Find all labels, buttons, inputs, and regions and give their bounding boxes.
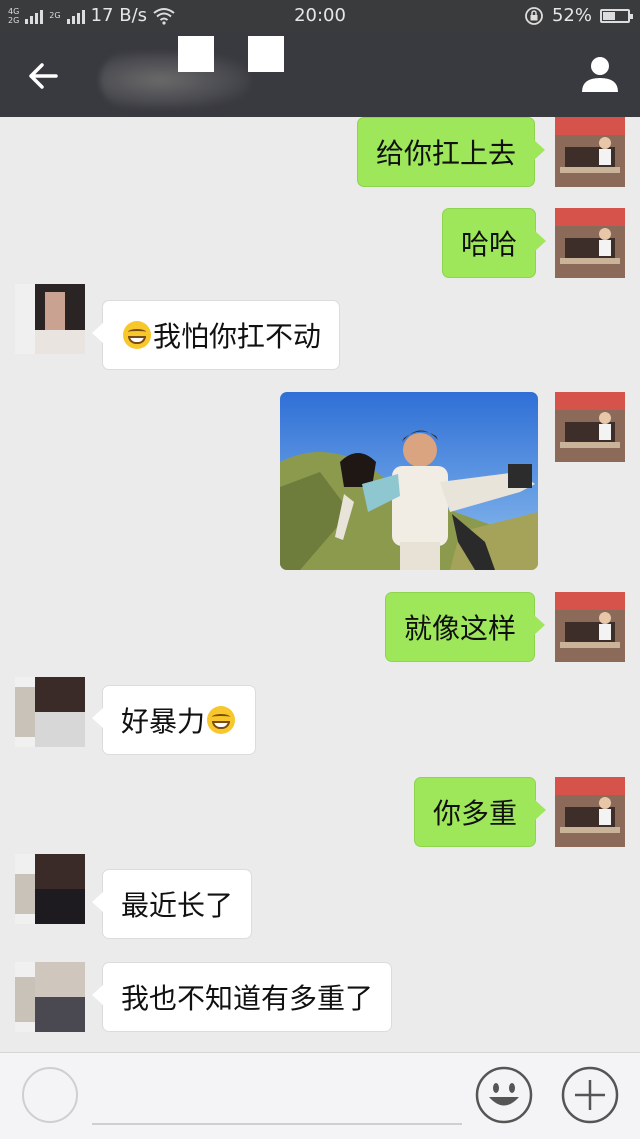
message-text: 我怕你扛不动 <box>153 320 322 353</box>
grinning-face-icon <box>123 321 151 349</box>
avatar-contact[interactable] <box>15 677 85 747</box>
message-bubble-received[interactable]: 我怕你扛不动 <box>91 300 341 370</box>
message-text: 就像这样 <box>404 612 517 645</box>
message-bubble-sent[interactable]: 哈哈 <box>442 208 547 278</box>
voice-icon[interactable] <box>22 1067 78 1123</box>
person-icon[interactable] <box>578 52 622 96</box>
status-bar: 4G 2G 2G 17 B/s 20:00 52% <box>0 0 640 32</box>
battery-icon <box>600 8 633 23</box>
chat-title-obscured <box>100 52 250 108</box>
chat-header <box>0 32 640 117</box>
message-image[interactable] <box>280 392 538 570</box>
avatar-self[interactable] <box>555 117 625 187</box>
avatar-self[interactable] <box>555 777 625 847</box>
avatar-self[interactable] <box>555 208 625 278</box>
avatar-contact[interactable] <box>15 854 85 924</box>
message-bubble-sent[interactable]: 你多重 <box>414 777 547 847</box>
battery-percent: 52% <box>551 5 592 26</box>
message-text: 你多重 <box>433 797 518 830</box>
arrow-left-icon[interactable] <box>22 54 66 98</box>
message-text: 好暴力 <box>121 705 206 738</box>
message-text: 最近长了 <box>121 889 234 922</box>
rotation-lock-icon <box>525 6 543 25</box>
message-bubble-sent[interactable]: 给你扛上去 <box>357 117 546 187</box>
message-bubble-sent[interactable]: 就像这样 <box>385 592 546 662</box>
message-bubble-received[interactable]: 好暴力 <box>91 685 257 755</box>
plus-icon[interactable] <box>561 1066 619 1124</box>
chat-message-list[interactable]: 给你扛上去 哈哈 我怕你扛不动 就像这样 好暴力 你多重 最近长了 我也不知道有… <box>0 117 640 1052</box>
chat-title-redaction <box>248 36 284 72</box>
smile-icon[interactable] <box>475 1066 533 1124</box>
message-bubble-received[interactable]: 我也不知道有多重了 <box>91 962 393 1032</box>
avatar-contact[interactable] <box>15 962 85 1032</box>
avatar-self[interactable] <box>555 592 625 662</box>
message-text: 我也不知道有多重了 <box>121 982 374 1015</box>
chat-title-redaction <box>178 36 214 72</box>
message-text: 哈哈 <box>461 228 518 261</box>
avatar-contact[interactable] <box>15 284 85 354</box>
message-bubble-received[interactable]: 最近长了 <box>91 869 253 939</box>
input-bar <box>0 1052 640 1139</box>
message-input[interactable] <box>92 1123 462 1125</box>
message-text: 给你扛上去 <box>376 137 517 170</box>
avatar-self[interactable] <box>555 392 625 462</box>
grinning-face-icon <box>207 706 236 734</box>
